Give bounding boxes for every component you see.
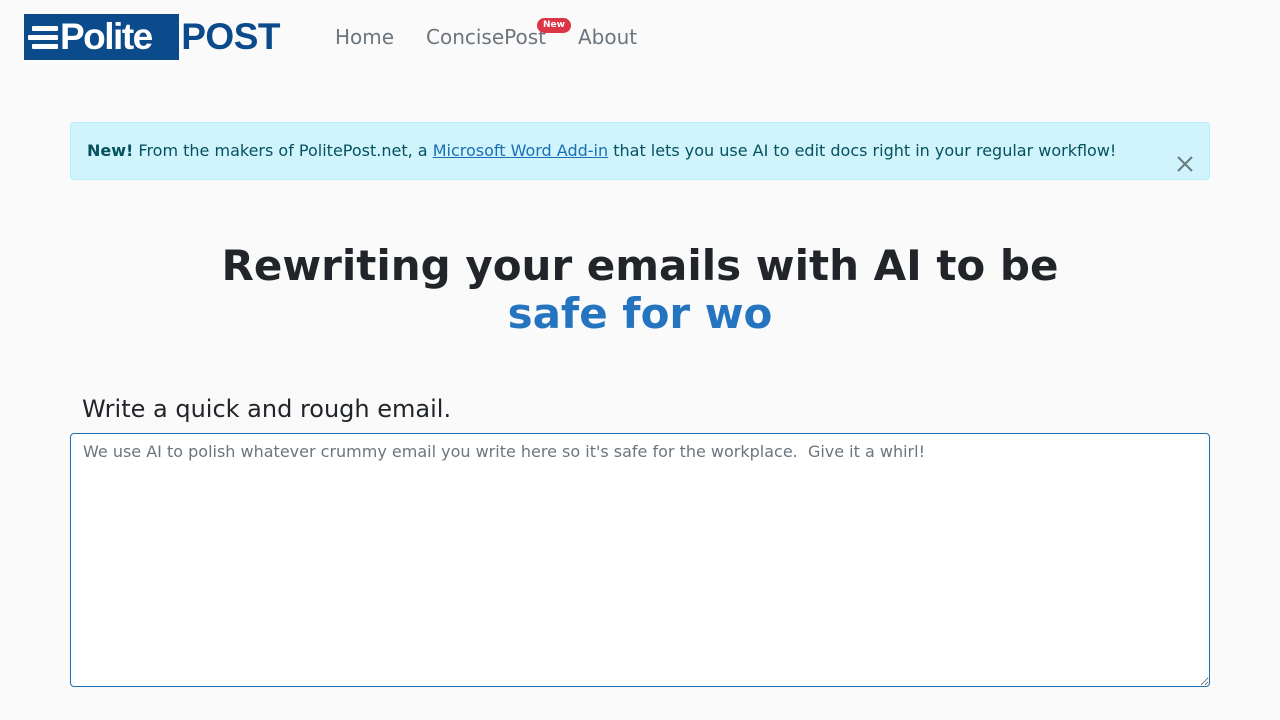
logo-left-block: Polite [24,14,180,60]
alert-text-after: that lets you use AI to edit docs right … [608,141,1117,160]
email-textarea[interactable] [70,433,1210,687]
navbar: Polite POST Home ConcisePost New About [0,0,1280,74]
nav-home-link[interactable]: Home [335,24,394,50]
logo-text-post: POST [181,16,280,57]
alert-bold-label: New! [87,141,134,160]
logo-text-polite: Polite [60,16,153,57]
close-icon[interactable] [1175,141,1195,172]
word-addin-link[interactable]: Microsoft Word Add-in [433,141,608,160]
email-input-label: Write a quick and rough email. [82,395,452,423]
alert-text-before: From the makers of PolitePost.net, a [133,141,433,160]
announcement-alert: New! From the makers of PolitePost.net, … [70,122,1210,180]
nav-concisepost-link[interactable]: ConcisePost [426,24,546,50]
hero-typed-text: safe for wo [507,289,773,338]
politepost-logo[interactable]: Polite POST [24,14,280,60]
nav-about-link[interactable]: About [578,24,637,50]
logo-lines-icon [28,22,58,52]
new-badge: New [537,18,571,33]
hero-heading: Rewriting your emails with AI to be safe… [0,242,1280,338]
hero-line-1: Rewriting your emails with AI to be [221,241,1059,290]
